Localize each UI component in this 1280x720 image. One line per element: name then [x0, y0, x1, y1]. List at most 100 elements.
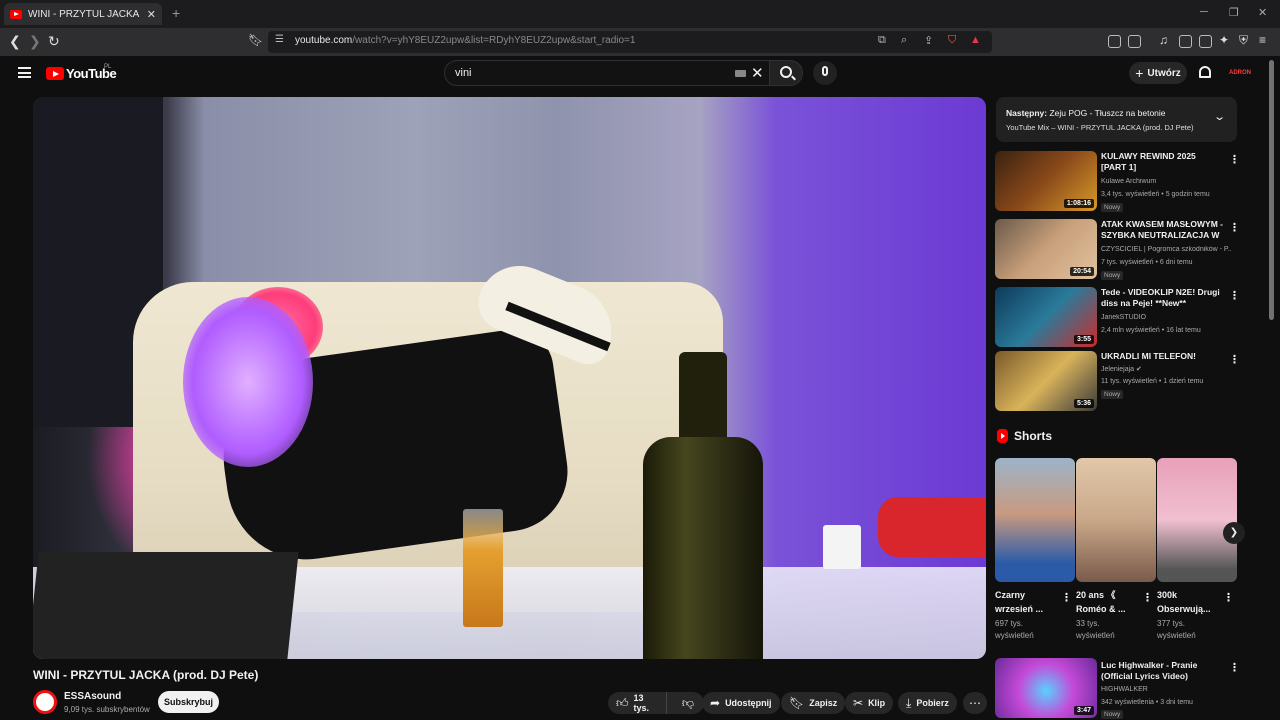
forward-icon[interactable]: ❯ — [29, 33, 41, 50]
recommended-video[interactable]: 1:08:16 KULAWY REWIND 2025 [PART 1] Kula… — [995, 151, 1240, 212]
search-input[interactable]: vini ✕ — [444, 60, 770, 86]
short-thumbnail[interactable] — [1157, 458, 1237, 582]
rewards-icon[interactable]: ▲ — [970, 34, 981, 46]
share-icon[interactable]: ⇪ — [924, 34, 933, 47]
video-frame-flower — [183, 297, 313, 467]
site-settings-icon[interactable]: ☰ — [275, 34, 284, 45]
channel-name[interactable]: CZYŚCICIEL | Pogromca szkodników - P... — [1101, 246, 1231, 253]
maximize-icon[interactable]: ❐ — [1229, 6, 1239, 19]
music-icon[interactable]: ♫ — [1159, 33, 1168, 47]
search-button[interactable] — [769, 60, 803, 86]
new-tab-icon[interactable]: + — [172, 5, 180, 21]
notifications-bell-icon[interactable] — [1199, 66, 1211, 78]
video-frame-laptop — [33, 552, 299, 659]
close-window-icon[interactable]: ✕ — [1258, 6, 1267, 19]
channel-name[interactable]: Jeleniejaja ✔ — [1101, 365, 1231, 373]
like-button[interactable]: 👍︎ 13 tys. — [608, 692, 667, 714]
address-bar[interactable]: ☰ youtube.com/watch?v=yhY8EUZ2upw&list=R… — [268, 31, 992, 53]
back-icon[interactable]: ❮ — [9, 33, 21, 50]
brave-shield-icon[interactable]: ⛉ — [948, 34, 956, 47]
more-vertical-icon[interactable]: ⋮ — [1229, 661, 1240, 674]
more-vertical-icon[interactable]: ⋮ — [1229, 289, 1240, 302]
short-thumbnail[interactable] — [995, 458, 1075, 582]
channel-name[interactable]: ESSAsound — [64, 691, 121, 702]
create-label: Utwórz — [1147, 67, 1181, 79]
chevron-right-icon[interactable]: ❯ — [1223, 522, 1245, 544]
minimize-icon[interactable]: ─ — [1200, 6, 1208, 18]
page-scrollbar[interactable] — [1269, 60, 1274, 320]
video-thumbnail[interactable]: 20:54 — [995, 219, 1097, 279]
more-vertical-icon[interactable]: ⋮ — [1229, 221, 1240, 234]
short-thumbnail[interactable] — [1076, 458, 1156, 582]
recommended-video[interactable]: 20:54 ATAK KWASEM MASŁOWYM - SZYBKA NEUT… — [995, 219, 1240, 280]
subscriber-count: 9,09 tys. subskrybentów — [64, 705, 150, 714]
channel-name[interactable]: Kulawe Archiwum — [1101, 178, 1231, 185]
short-views: 377 tys. wyświetleń — [1157, 619, 1196, 640]
voice-search-button[interactable] — [813, 61, 837, 85]
video-thumbnail[interactable]: 1:08:16 — [995, 151, 1097, 211]
leo-ai-icon[interactable]: ✦ — [1219, 33, 1229, 47]
browser-tab[interactable]: WINI - PRZYTUL JACKA (prod. D ✕ — [4, 3, 162, 25]
clip-button[interactable]: ✂ Klip — [845, 692, 894, 714]
zoom-icon[interactable]: ⌕ — [901, 34, 907, 47]
dislike-button[interactable]: 👎︎ — [672, 696, 704, 711]
channel-name[interactable]: HIGHWALKER — [1101, 686, 1231, 693]
bookmark-icon[interactable]: 🔖︎ — [248, 33, 263, 47]
short-item[interactable]: 300k Obserwują... 377 tys. wyświetleń ⋮ — [1157, 458, 1237, 640]
short-item[interactable]: 20 ans 《 Roméo & ... 33 tys. wyświetleń … — [1076, 458, 1156, 640]
video-thumbnail[interactable]: 5:36 — [995, 351, 1097, 411]
open-in-app-icon[interactable]: ⧉ — [878, 34, 886, 47]
clip-label: Klip — [868, 698, 886, 708]
reader-icon[interactable] — [1128, 35, 1141, 48]
more-vertical-icon[interactable]: ⋮ — [1223, 591, 1234, 604]
short-title[interactable]: 20 ans 《 Roméo & ... — [1076, 588, 1138, 616]
recommended-video[interactable]: 5:36 UKRADLI MI TELEFON! Jeleniejaja ✔ 1… — [995, 351, 1240, 411]
more-vertical-icon[interactable]: ⋮ — [1229, 153, 1240, 166]
extensions-icon[interactable] — [1108, 35, 1121, 48]
share-button[interactable]: ➦ Udostępnij — [702, 692, 780, 714]
vpn-icon[interactable]: ⛨ — [1239, 33, 1248, 48]
video-title[interactable]: Tede - VIDEOKLIP N2E! Drugi diss na Peje… — [1101, 287, 1223, 309]
more-actions-button[interactable]: ⋯ — [963, 692, 987, 714]
up-next-card[interactable]: Następny: Zeju POG - Tłuszcz na betonie … — [996, 97, 1237, 142]
guide-menu-icon[interactable] — [18, 67, 31, 78]
keyboard-icon[interactable] — [735, 70, 746, 77]
video-title[interactable]: ATAK KWASEM MASŁOWYM - SZYBKA NEUTRALIZA… — [1101, 219, 1223, 241]
more-vertical-icon[interactable]: ⋮ — [1061, 591, 1072, 604]
video-title[interactable]: UKRADLI MI TELEFON! — [1101, 351, 1223, 362]
short-title[interactable]: Czarny wrzesień ... — [995, 588, 1057, 616]
chevron-down-icon[interactable]: ⌄ — [1213, 110, 1226, 123]
channel-avatar[interactable] — [33, 690, 57, 714]
short-title[interactable]: 300k Obserwują... — [1157, 588, 1219, 616]
video-title[interactable]: Luc Highwalker - Pranie (Official Lyrics… — [1101, 660, 1223, 682]
channel-name[interactable]: JanekSTUDIO — [1101, 314, 1231, 321]
account-avatar[interactable]: ADRON — [1228, 64, 1252, 82]
short-item[interactable]: Czarny wrzesień ... 697 tys. wyświetleń … — [995, 458, 1075, 640]
country-code: PL — [104, 64, 112, 70]
youtube-logo[interactable]: YouTube PL — [46, 64, 117, 81]
reload-icon[interactable]: ↻ — [48, 33, 60, 50]
video-thumbnail[interactable]: 3:47 — [995, 658, 1097, 718]
recommended-video[interactable]: 3:55 Tede - VIDEOKLIP N2E! Drugi diss na… — [995, 287, 1240, 347]
recommended-video[interactable]: 3:47 Luc Highwalker - Pranie (Official L… — [995, 658, 1240, 719]
video-title[interactable]: KULAWY REWIND 2025 [PART 1] — [1101, 151, 1223, 173]
video-player[interactable] — [33, 97, 986, 659]
video-thumbnail[interactable]: 3:55 — [995, 287, 1097, 347]
menu-icon[interactable]: ≡ — [1259, 33, 1266, 47]
download-button[interactable]: ⤓ Pobierz — [898, 692, 957, 714]
video-duration: 3:55 — [1073, 335, 1094, 344]
wallet-icon[interactable] — [1199, 35, 1212, 48]
video-duration: 20:54 — [1070, 267, 1094, 276]
more-vertical-icon[interactable]: ⋮ — [1142, 591, 1153, 604]
sidebar-icon[interactable] — [1179, 35, 1192, 48]
video-duration: 5:36 — [1073, 399, 1094, 408]
video-meta: 11 tys. wyświetleń • 1 dzień temu — [1101, 378, 1204, 385]
save-button[interactable]: 🔖︎ Zapisz — [781, 692, 846, 714]
video-meta: 2,4 mln wyświetleń • 16 lat temu — [1101, 327, 1201, 334]
clear-search-icon[interactable]: ✕ — [751, 64, 764, 82]
video-frame-red-object — [878, 497, 986, 557]
close-tab-icon[interactable]: ✕ — [147, 8, 156, 21]
create-button[interactable]: + Utwórz — [1129, 62, 1187, 84]
subscribe-button[interactable]: Subskrybuj — [158, 691, 219, 713]
more-vertical-icon[interactable]: ⋮ — [1229, 353, 1240, 366]
